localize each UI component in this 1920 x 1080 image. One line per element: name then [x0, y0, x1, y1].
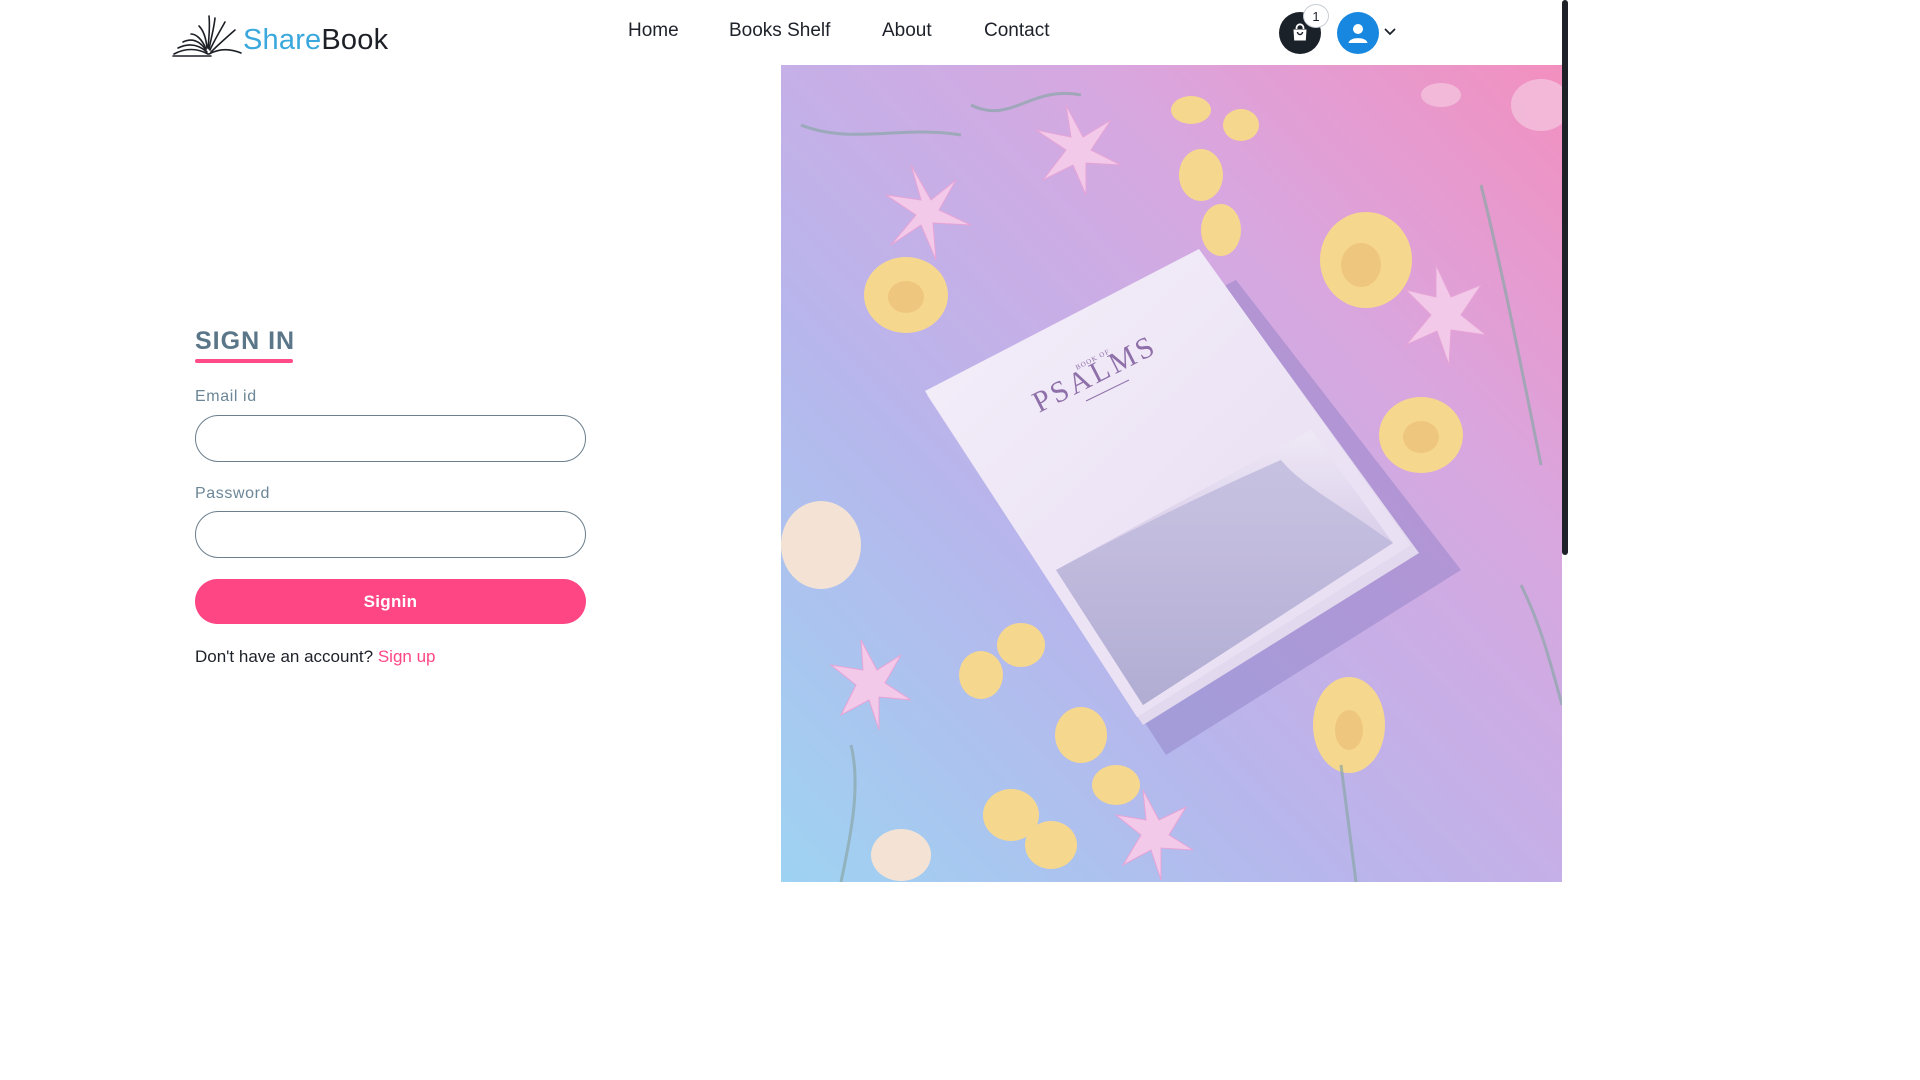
signup-prompt-text: Don't have an account?	[195, 647, 374, 666]
nav-about-link[interactable]: About	[882, 20, 932, 42]
email-label: Email id	[195, 388, 257, 405]
sharebook-logo[interactable]: ShareBook	[171, 8, 401, 58]
shopping-bag-icon	[1293, 23, 1307, 41]
open-book-icon	[172, 15, 242, 57]
cart-count-badge: 1	[1303, 4, 1329, 28]
heading-underline	[195, 359, 293, 363]
nav-books-shelf-link[interactable]: Books Shelf	[729, 20, 830, 42]
signup-link[interactable]: Sign up	[378, 647, 436, 666]
hero-image: PSALMS BOOK OF	[781, 65, 1562, 882]
password-label: Password	[195, 485, 271, 502]
logo-book-text: Book	[321, 24, 389, 56]
signin-heading: SIGN IN	[195, 327, 296, 355]
logo-share-text: Share	[243, 24, 322, 56]
nav-contact-link[interactable]: Contact	[984, 20, 1049, 42]
user-icon	[1348, 24, 1368, 43]
logo-wordmark: ShareBook	[243, 26, 388, 55]
account-avatar-button[interactable]	[1337, 12, 1379, 54]
chevron-down-icon[interactable]	[1383, 26, 1397, 38]
page-scrollbar[interactable]	[1562, 0, 1568, 555]
email-input[interactable]	[195, 415, 586, 462]
book-and-flowers-illustration: PSALMS BOOK OF	[781, 65, 1562, 882]
nav-home-link[interactable]: Home	[628, 20, 679, 42]
signin-button[interactable]: Signin	[195, 579, 586, 624]
password-input[interactable]	[195, 511, 586, 558]
signup-prompt-row: Don't have an account? Sign up	[195, 647, 436, 667]
site-header: ShareBook Home Books Shelf About Contact…	[0, 0, 1568, 65]
